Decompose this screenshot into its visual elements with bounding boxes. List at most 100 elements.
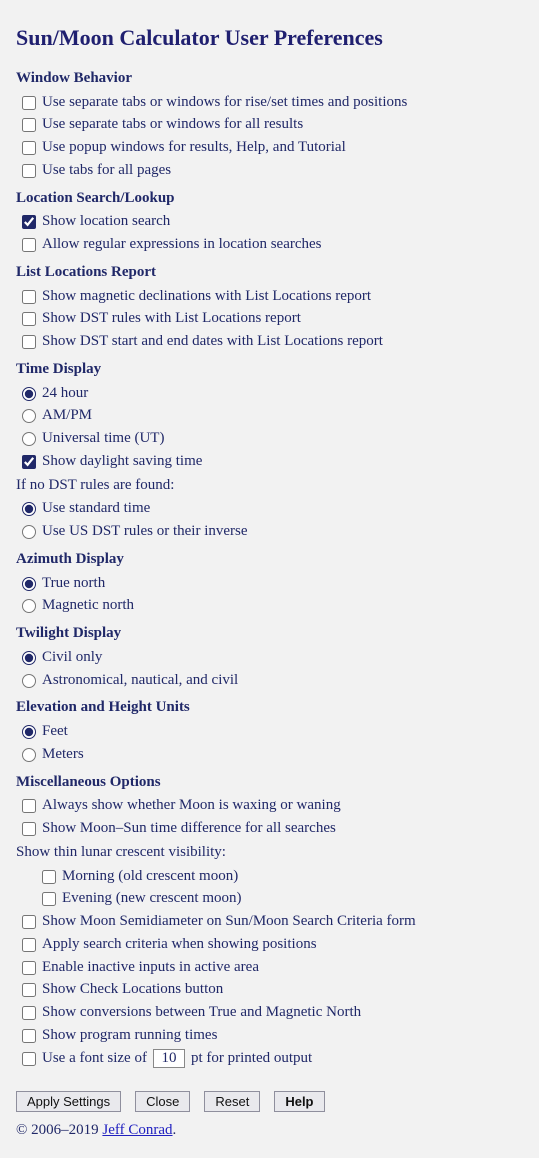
opt-ut[interactable]: Universal time (UT) (22, 428, 523, 450)
checkbox-crescent-evening[interactable] (42, 892, 56, 906)
opt-magnetic-north[interactable]: Magnetic north (22, 595, 523, 617)
list-locations-heading: List Locations Report (16, 262, 523, 284)
opt-dst-dates[interactable]: Show DST start and end dates with List L… (22, 331, 523, 353)
checkbox-mag-decl[interactable] (22, 290, 36, 304)
label-apply-crit: Apply search criteria when showing posit… (42, 934, 317, 956)
radio-ut[interactable] (22, 432, 36, 446)
label-wax-wane: Always show whether Moon is waxing or wa… (42, 795, 341, 817)
opt-run-times[interactable]: Show program running times (22, 1025, 523, 1047)
opt-crescent-morning[interactable]: Morning (old crescent moon) (42, 866, 523, 888)
checkbox-dst-rules[interactable] (22, 312, 36, 326)
checkbox-moon-sun-diff[interactable] (22, 822, 36, 836)
label-enable-inact: Enable inactive inputs in active area (42, 957, 259, 979)
opt-us-dst[interactable]: Use US DST rules or their inverse (22, 521, 523, 543)
opt-crescent-evening[interactable]: Evening (new crescent moon) (42, 888, 523, 910)
label-dst-rules: Show DST rules with List Locations repor… (42, 308, 301, 330)
radio-civil[interactable] (22, 651, 36, 665)
label-semidiam: Show Moon Semidiameter on Sun/Moon Searc… (42, 911, 416, 933)
label-magnetic-north: Magnetic north (42, 595, 134, 617)
opt-anc[interactable]: Astronomical, nautical, and civil (22, 670, 523, 692)
checkbox-run-times[interactable] (22, 1029, 36, 1043)
radio-meters[interactable] (22, 748, 36, 762)
checkbox-show-dst[interactable] (22, 455, 36, 469)
opt-meters[interactable]: Meters (22, 744, 523, 766)
label-conv-true-mag: Show conversions between True and Magnet… (42, 1002, 361, 1024)
location-search-heading: Location Search/Lookup (16, 188, 523, 210)
elevation-heading: Elevation and Height Units (16, 697, 523, 719)
reset-button[interactable]: Reset (204, 1091, 260, 1112)
opt-show-search[interactable]: Show location search (22, 211, 523, 233)
opt-allow-regex[interactable]: Allow regular expressions in location se… (22, 234, 523, 256)
opt-feet[interactable]: Feet (22, 721, 523, 743)
label-us-dst: Use US DST rules or their inverse (42, 521, 248, 543)
radio-us-dst[interactable] (22, 525, 36, 539)
checkbox-wax-wane[interactable] (22, 799, 36, 813)
apply-settings-button[interactable]: Apply Settings (16, 1091, 121, 1112)
label-dst-dates: Show DST start and end dates with List L… (42, 331, 383, 353)
opt-enable-inact[interactable]: Enable inactive inputs in active area (22, 957, 523, 979)
opt-dst-rules[interactable]: Show DST rules with List Locations repor… (22, 308, 523, 330)
radio-ampm[interactable] (22, 409, 36, 423)
opt-true-north[interactable]: True north (22, 573, 523, 595)
label-standard-time: Use standard time (42, 498, 150, 520)
checkbox-tabs-all[interactable] (22, 164, 36, 178)
checkbox-check-loc[interactable] (22, 983, 36, 997)
buttons-row: Apply Settings Close Reset Help (16, 1091, 523, 1112)
opt-apply-crit[interactable]: Apply search criteria when showing posit… (22, 934, 523, 956)
label-meters: Meters (42, 744, 84, 766)
close-button[interactable]: Close (135, 1091, 190, 1112)
opt-ampm[interactable]: AM/PM (22, 405, 523, 427)
opt-popup-windows[interactable]: Use popup windows for results, Help, and… (22, 137, 523, 159)
opt-24hour[interactable]: 24 hour (22, 383, 523, 405)
opt-tabs-all[interactable]: Use tabs for all pages (22, 160, 523, 182)
opt-sep-tabs-all[interactable]: Use separate tabs or windows for all res… (22, 114, 523, 136)
footer-suffix: . (173, 1122, 177, 1138)
opt-semidiam[interactable]: Show Moon Semidiameter on Sun/Moon Searc… (22, 911, 523, 933)
checkbox-apply-crit[interactable] (22, 938, 36, 952)
radio-feet[interactable] (22, 725, 36, 739)
checkbox-sep-tabs-all[interactable] (22, 118, 36, 132)
label-check-loc: Show Check Locations button (42, 979, 223, 1001)
radio-24hour[interactable] (22, 387, 36, 401)
label-true-north: True north (42, 573, 105, 595)
opt-sep-tabs-riseset[interactable]: Use separate tabs or windows for rise/se… (22, 92, 523, 114)
opt-check-loc[interactable]: Show Check Locations button (22, 979, 523, 1001)
opt-civil[interactable]: Civil only (22, 647, 523, 669)
footer-prefix: © 2006–2019 (16, 1122, 102, 1138)
checkbox-sep-tabs-riseset[interactable] (22, 96, 36, 110)
radio-magnetic-north[interactable] (22, 599, 36, 613)
label-sep-tabs-riseset: Use separate tabs or windows for rise/se… (42, 92, 407, 114)
radio-true-north[interactable] (22, 577, 36, 591)
label-ut: Universal time (UT) (42, 428, 164, 450)
checkbox-enable-inact[interactable] (22, 961, 36, 975)
checkbox-popup-windows[interactable] (22, 141, 36, 155)
radio-standard-time[interactable] (22, 502, 36, 516)
radio-anc[interactable] (22, 674, 36, 688)
time-display-heading: Time Display (16, 359, 523, 381)
opt-moon-sun-diff[interactable]: Show Moon–Sun time difference for all se… (22, 818, 523, 840)
label-popup-windows: Use popup windows for results, Help, and… (42, 137, 346, 159)
label-24hour: 24 hour (42, 383, 88, 405)
help-button[interactable]: Help (274, 1091, 324, 1112)
misc-heading: Miscellaneous Options (16, 772, 523, 794)
checkbox-show-search[interactable] (22, 215, 36, 229)
footer-link[interactable]: Jeff Conrad (102, 1122, 172, 1138)
checkbox-conv-true-mag[interactable] (22, 1006, 36, 1020)
opt-conv-true-mag[interactable]: Show conversions between True and Magnet… (22, 1002, 523, 1024)
checkbox-allow-regex[interactable] (22, 238, 36, 252)
crescent-note: Show thin lunar crescent visibility: (16, 842, 523, 864)
label-civil: Civil only (42, 647, 102, 669)
checkbox-crescent-morning[interactable] (42, 870, 56, 884)
azimuth-heading: Azimuth Display (16, 549, 523, 571)
opt-mag-decl[interactable]: Show magnetic declinations with List Loc… (22, 286, 523, 308)
footer: © 2006–2019 Jeff Conrad. (16, 1120, 523, 1142)
opt-wax-wane[interactable]: Always show whether Moon is waxing or wa… (22, 795, 523, 817)
opt-show-dst[interactable]: Show daylight saving time (22, 451, 523, 473)
label-anc: Astronomical, nautical, and civil (42, 670, 238, 692)
no-dst-note: If no DST rules are found: (16, 475, 523, 497)
label-run-times: Show program running times (42, 1025, 217, 1047)
checkbox-semidiam[interactable] (22, 915, 36, 929)
opt-standard-time[interactable]: Use standard time (22, 498, 523, 520)
page-title: Sun/Moon Calculator User Preferences (16, 22, 523, 54)
checkbox-dst-dates[interactable] (22, 335, 36, 349)
